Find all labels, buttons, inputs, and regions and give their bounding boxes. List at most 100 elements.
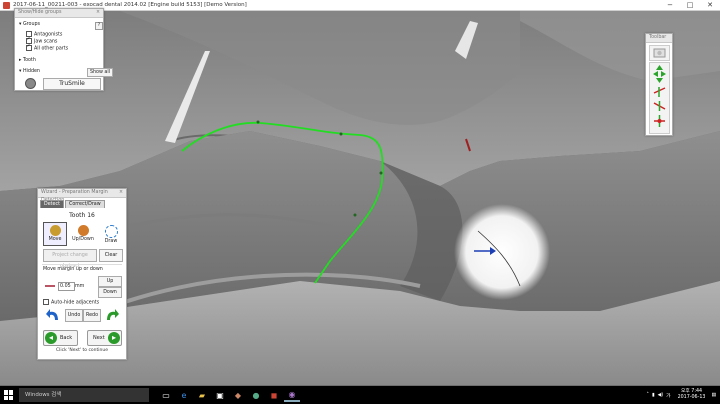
- toolbar-panel-title: Toolbar: [649, 35, 667, 40]
- network-icon[interactable]: ▮: [652, 393, 655, 398]
- margin-detection-wizard: Wizard - Preparation Margin Detection × …: [37, 188, 127, 360]
- step-value-input[interactable]: 0.05: [58, 282, 75, 291]
- exocad-app-icon: [3, 1, 10, 9]
- down-button[interactable]: Down: [98, 287, 122, 298]
- hidden-label: Hidden: [22, 69, 40, 74]
- auto-hide-label: Auto-hide adjacents: [51, 300, 100, 306]
- view-right-icon[interactable]: [661, 71, 666, 77]
- group-item-all-other-parts[interactable]: All other parts: [26, 43, 69, 52]
- view-front-icon[interactable]: [653, 87, 666, 97]
- group-item-jaw-scans[interactable]: Jaw scans: [26, 36, 58, 45]
- auto-hide-checkbox[interactable]: [43, 299, 49, 305]
- close-button[interactable]: ✕: [700, 0, 720, 10]
- back-button[interactable]: ◂ Back: [43, 330, 78, 346]
- collapse-triangle-icon: ▾: [19, 22, 22, 27]
- magnifier-spotlight: [454, 204, 550, 300]
- minimize-button[interactable]: −: [660, 0, 680, 10]
- windows-taskbar: Windows 검색 ▭ e ▰ ▣ ◆ ● ◼ ◉ ˄ ▮ ◀) 가 오후 7…: [0, 386, 720, 404]
- up-down-tool-icon: [77, 225, 89, 236]
- view-occlusal-icon[interactable]: [654, 115, 665, 127]
- undo-arrow-icon[interactable]: [46, 308, 61, 323]
- next-button[interactable]: Next ▸: [87, 330, 122, 346]
- title-bar: 2017-06-11_00211-003 - exocad dental 201…: [0, 0, 720, 11]
- show-hide-panel-title: Show/Hide groups: [18, 10, 62, 15]
- maximize-button[interactable]: □: [680, 0, 700, 10]
- show-all-button[interactable]: Show all: [87, 68, 113, 77]
- tab-detect[interactable]: Detect: [40, 200, 64, 208]
- system-tray: ˄ ▮ ◀) 가 오후 7:44 2017-06-13 ▤: [647, 389, 720, 401]
- undo-button[interactable]: Undo: [65, 309, 83, 322]
- screenshot-icon: [653, 48, 666, 58]
- wizard-close-icon[interactable]: ×: [119, 189, 123, 197]
- clear-button[interactable]: Clear: [99, 249, 123, 262]
- up-button[interactable]: Up: [98, 276, 122, 287]
- group-item-antagonists[interactable]: Antagonists: [26, 31, 62, 38]
- back-arrow-icon: ◂: [45, 332, 57, 344]
- start-button[interactable]: [4, 390, 14, 400]
- tray-clock[interactable]: 오후 7:44 2017-06-13: [678, 389, 706, 401]
- move-tool-button[interactable]: Move: [43, 222, 67, 246]
- edge-browser-icon[interactable]: e: [176, 388, 192, 402]
- view-bottom-icon[interactable]: [656, 78, 663, 83]
- wizard-title: Wizard - Preparation Margin Detection: [41, 190, 108, 203]
- panel-close-icon[interactable]: ×: [96, 9, 100, 17]
- unit-label: mm: [75, 284, 85, 289]
- tooth-section[interactable]: ▸ Tooth: [19, 58, 36, 63]
- next-label: Next: [93, 335, 105, 341]
- app-icon-1[interactable]: ◆: [230, 388, 246, 402]
- window-controls: − □ ✕: [660, 0, 720, 10]
- taskbar-search-box[interactable]: Windows 검색: [19, 388, 149, 402]
- show-hide-panel-header[interactable]: Show/Hide groups ×: [15, 9, 103, 18]
- tray-up-arrow-icon[interactable]: ˄: [647, 393, 649, 398]
- help-button[interactable]: ?: [95, 22, 103, 30]
- next-arrow-icon: ▸: [108, 332, 120, 344]
- project-obstruct-button[interactable]: Project change obstruct: [43, 249, 97, 269]
- show-hide-groups-panel: Show/Hide groups × ▾ Groups ? Antagonist…: [14, 8, 113, 91]
- groups-section[interactable]: ▾ Groups: [19, 22, 40, 27]
- store-icon[interactable]: ▣: [212, 388, 228, 402]
- view-left-icon[interactable]: [653, 71, 658, 77]
- draw-tool-button[interactable]: Draw: [99, 222, 123, 246]
- toolbar-panel-header[interactable]: Toolbar: [646, 34, 672, 43]
- groups-label: Groups: [22, 22, 41, 27]
- wizard-tabs: Detect Correct/Draw: [40, 200, 106, 208]
- step-slider[interactable]: [45, 285, 55, 287]
- tooth-label: Tooth: [22, 58, 36, 63]
- screenshot-tool-button[interactable]: [649, 45, 670, 61]
- up-down-tool-button[interactable]: Up/Down: [71, 222, 95, 246]
- trusmile-button[interactable]: TruSmile: [43, 78, 101, 90]
- collapse-triangle-icon: ▾: [19, 69, 22, 74]
- group-item-label: Jaw scans: [34, 39, 58, 45]
- app-icon-2[interactable]: ●: [248, 388, 264, 402]
- view-toolbar-panel: Toolbar: [645, 33, 673, 136]
- redo-arrow-icon[interactable]: [104, 308, 119, 323]
- tab-correct-draw[interactable]: Correct/Draw: [65, 200, 105, 208]
- exocad-active-icon[interactable]: ◉: [284, 388, 300, 402]
- tooth-number-label: Tooth 16: [69, 212, 95, 219]
- hidden-section[interactable]: ▾ Hidden: [19, 69, 40, 74]
- auto-hide-adjacents-option[interactable]: Auto-hide adjacents: [43, 299, 99, 306]
- group-item-label: All other parts: [34, 46, 69, 52]
- expand-triangle-icon: ▸: [19, 58, 22, 63]
- checkbox-all-other-parts[interactable]: [26, 43, 32, 51]
- view-direction-buttons: [649, 62, 670, 134]
- wizard-header[interactable]: Wizard - Preparation Margin Detection ×: [38, 189, 126, 203]
- volume-icon[interactable]: ◀): [658, 393, 664, 398]
- wizard-hint: Click 'Next' to continue: [55, 348, 109, 353]
- notification-center-icon[interactable]: ▤: [711, 393, 716, 398]
- move-tool-icon: [49, 225, 61, 236]
- exocad-icon[interactable]: ◼: [266, 388, 282, 402]
- view-arrows: [653, 65, 666, 127]
- view-back-icon[interactable]: [653, 101, 666, 111]
- file-explorer-icon[interactable]: ▰: [194, 388, 210, 402]
- group-item-label: Antagonists: [34, 32, 63, 38]
- up-down-tool-label: Up/Down: [72, 237, 94, 242]
- redo-button[interactable]: Redo: [83, 309, 101, 322]
- task-view-icon[interactable]: ▭: [158, 388, 174, 402]
- divider: [42, 264, 122, 265]
- move-margin-label: Move margin up or down: [43, 267, 103, 272]
- view-top-icon[interactable]: [656, 65, 663, 70]
- draw-tool-label: Draw: [104, 239, 118, 244]
- ime-indicator[interactable]: 가: [666, 392, 670, 399]
- back-label: Back: [60, 335, 73, 341]
